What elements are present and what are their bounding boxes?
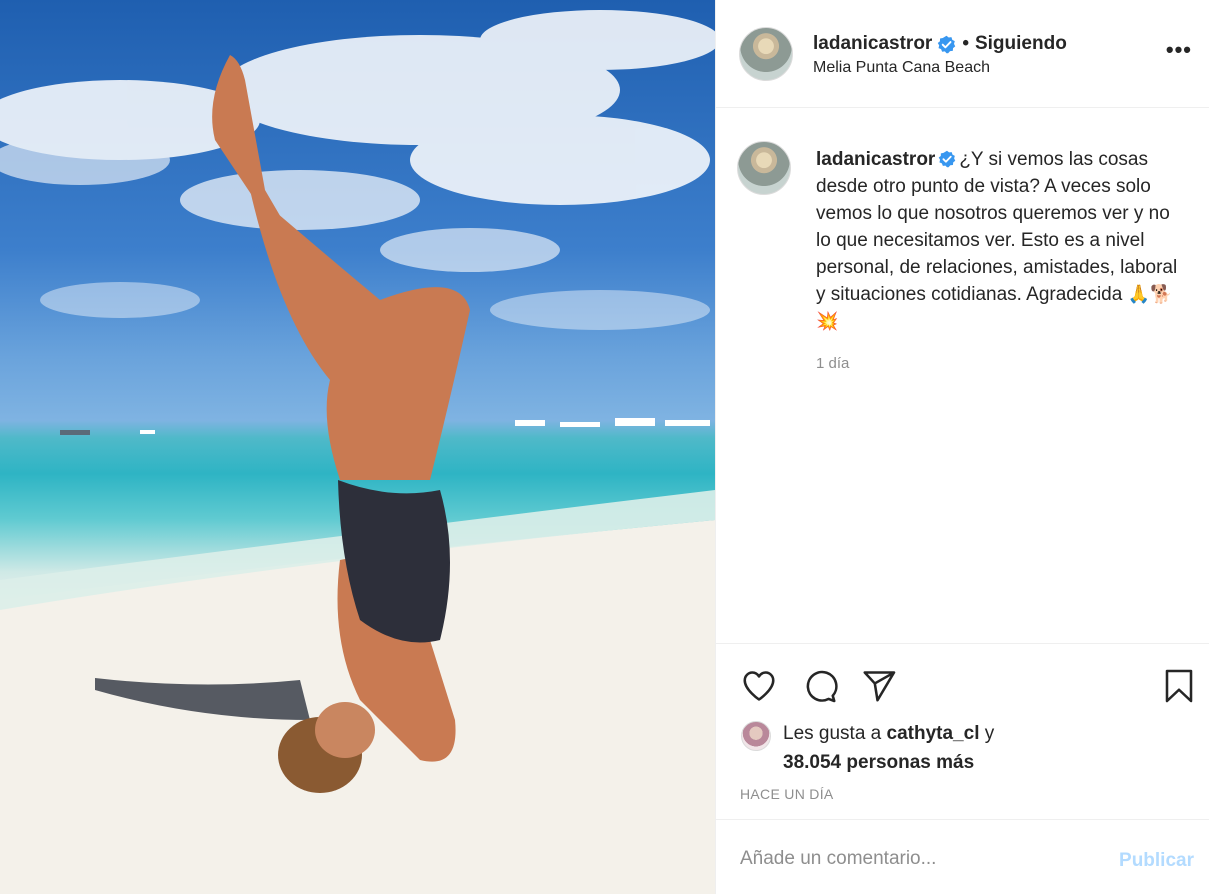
- post-details-panel: ladanicastror • Siguiendo Melia Punta Ca…: [715, 0, 1209, 894]
- verified-badge-icon: [938, 35, 956, 53]
- following-button[interactable]: Siguiendo: [975, 33, 1067, 55]
- comment-input[interactable]: [740, 848, 1080, 870]
- liker-avatar[interactable]: [741, 721, 771, 751]
- separator-dot: •: [962, 33, 969, 54]
- share-icon: [863, 671, 896, 702]
- author-username[interactable]: ladanicastror: [813, 33, 932, 55]
- author-line: ladanicastror • Siguiendo: [813, 33, 1067, 55]
- caption-section: ladanicastror ¿Y si vemos las cosas desd…: [716, 108, 1209, 643]
- post-timestamp[interactable]: HACE UN DÍA: [740, 786, 834, 802]
- caption-body: ¿Y si vemos las cosas desde otro punto d…: [816, 149, 1178, 305]
- heart-icon: [743, 671, 775, 701]
- comment-icon: [806, 670, 838, 703]
- save-button[interactable]: [1159, 666, 1199, 706]
- liker-username[interactable]: cathyta_cl: [887, 723, 980, 744]
- share-button[interactable]: [859, 666, 899, 706]
- bookmark-icon: [1165, 669, 1193, 703]
- post-actions-section: Les gusta a cathyta_cl y 38.054 personas…: [716, 643, 1209, 819]
- post-photo[interactable]: [0, 0, 715, 894]
- caption-time[interactable]: 1 día: [816, 355, 849, 372]
- caption-username[interactable]: ladanicastror: [816, 149, 935, 170]
- publish-button[interactable]: Publicar: [1119, 850, 1194, 872]
- likes-summary: Les gusta a cathyta_cl y 38.054 personas…: [741, 719, 994, 777]
- likes-prefix: Les gusta a: [783, 723, 887, 744]
- post-location[interactable]: Melia Punta Cana Beach: [813, 59, 990, 77]
- beach-headstand-image: [0, 10, 715, 894]
- comment-button[interactable]: [800, 666, 840, 706]
- author-avatar[interactable]: [739, 27, 793, 81]
- caption-text: ladanicastror ¿Y si vemos las cosas desd…: [816, 146, 1186, 335]
- like-button[interactable]: [739, 666, 779, 706]
- likes-count[interactable]: 38.054 personas más: [783, 752, 974, 773]
- likes-text: Les gusta a cathyta_cl y 38.054 personas…: [783, 719, 994, 777]
- more-options-icon[interactable]: •••: [1166, 39, 1192, 61]
- post-header: ladanicastror • Siguiendo Melia Punta Ca…: [716, 0, 1209, 108]
- comment-form: Publicar: [716, 819, 1209, 894]
- caption-author-avatar[interactable]: [737, 141, 791, 195]
- verified-badge-icon: [939, 150, 956, 168]
- likes-suffix: y: [979, 723, 995, 744]
